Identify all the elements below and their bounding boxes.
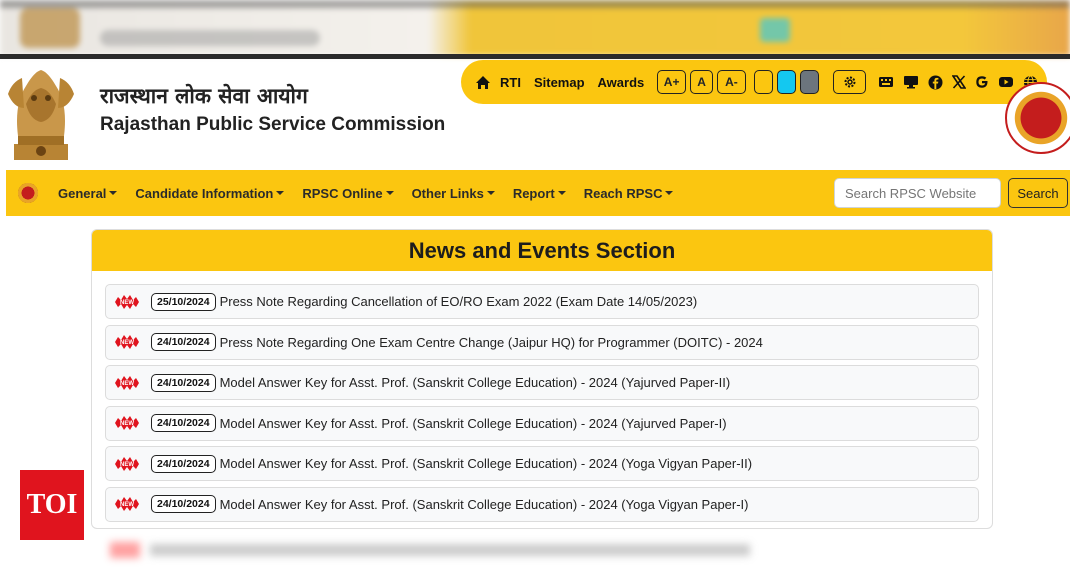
new-badge-text: NEW (120, 462, 134, 468)
search-button[interactable]: Search (1008, 178, 1068, 208)
new-badge-text: NEW (120, 381, 134, 387)
nav-label: Other Links (411, 185, 484, 201)
rpsc-nav-logo-icon[interactable] (18, 183, 38, 203)
nav-label: Reach RPSC (583, 185, 663, 201)
nav-label: RPSC Online (302, 185, 383, 201)
new-badge-icon: NEW (115, 294, 139, 309)
new-badge-text: NEW (120, 421, 134, 427)
news-date: 24/10/2024 (151, 495, 216, 514)
news-item[interactable]: NEW 24/10/2024 Model Answer Key for Asst. … (105, 405, 979, 441)
new-badge-icon: NEW (115, 335, 139, 350)
caret-down-icon (109, 191, 118, 195)
caret-down-icon (557, 191, 566, 195)
desktop-icon[interactable] (903, 75, 919, 89)
keyboard-icon[interactable] (878, 76, 894, 88)
utility-bar: RTI Sitemap Awards A+ A A- (461, 60, 1047, 104)
news-date: 24/10/2024 (151, 414, 216, 433)
nav-label: General (58, 185, 107, 201)
font-normal-button[interactable]: A (690, 70, 714, 94)
site-title-english: Rajasthan Public Service Commission (100, 114, 446, 135)
rti-link[interactable]: RTI (500, 75, 521, 90)
news-date: 24/10/2024 (151, 454, 216, 473)
new-badge-text: NEW (120, 340, 134, 346)
blurred-browser-strip (0, 0, 1070, 56)
nav-report[interactable]: Report (513, 186, 566, 201)
news-title-link[interactable]: Model Answer Key for Asst. Prof. (Sanskr… (220, 456, 753, 471)
news-item[interactable]: NEW 24/10/2024 Model Answer Key for Asst. … (105, 365, 979, 401)
sitemap-link[interactable]: Sitemap (534, 75, 585, 90)
font-increase-button[interactable]: A+ (657, 70, 687, 94)
news-date: 24/10/2024 (151, 373, 216, 392)
theme-cyan-button[interactable] (777, 70, 797, 94)
theme-yellow-button[interactable] (753, 70, 774, 94)
font-decrease-button[interactable]: A- (717, 70, 746, 94)
nav-label: Candidate Information (135, 185, 274, 201)
news-events-panel: News and Events Section NEW 25/10/2024 Pre… (91, 229, 993, 529)
news-title-link[interactable]: Press Note Regarding Cancellation of EO/… (220, 294, 698, 309)
youtube-icon[interactable] (998, 76, 1014, 88)
news-item[interactable]: NEW 25/10/2024 Press Note Regarding Cancel… (105, 284, 979, 319)
site-title-hindi: राजस्थान लोक सेवा आयोग (100, 84, 308, 108)
settings-button[interactable] (833, 70, 867, 94)
news-title-link[interactable]: Model Answer Key for Asst. Prof. (Sanskr… (220, 497, 749, 512)
new-badge-icon: NEW (115, 416, 139, 431)
news-title-link[interactable]: Press Note Regarding One Exam Centre Cha… (220, 335, 763, 350)
new-badge-text: NEW (120, 503, 134, 509)
news-heading: News and Events Section (92, 230, 992, 271)
awards-link[interactable]: Awards (598, 75, 645, 90)
caret-down-icon (486, 191, 495, 195)
new-badge-text: NEW (120, 300, 134, 306)
caret-down-icon (665, 191, 674, 195)
caret-down-icon (276, 191, 285, 195)
toi-watermark-logo: TOI (20, 470, 84, 540)
news-item[interactable]: NEW 24/10/2024 Model Answer Key for Asst. … (105, 486, 979, 522)
rpsc-seal-logo (1005, 82, 1070, 154)
divider (0, 54, 1070, 59)
news-date: 25/10/2024 (151, 292, 216, 311)
nav-general[interactable]: General (58, 185, 118, 201)
nav-other-links[interactable]: Other Links (412, 186, 495, 201)
main-navbar: General Candidate Information RPSC Onlin… (6, 170, 1070, 216)
home-icon[interactable] (475, 75, 491, 90)
news-date: 24/10/2024 (151, 333, 216, 352)
new-badge-icon: NEW (115, 456, 139, 471)
nav-reach-rpsc[interactable]: Reach RPSC (584, 186, 674, 201)
nav-rpsc-online[interactable]: RPSC Online (302, 185, 394, 201)
news-list: NEW 25/10/2024 Press Note Regarding Cancel… (105, 284, 979, 528)
nav-label: Report (512, 185, 555, 201)
gear-icon (844, 76, 856, 88)
news-title-link[interactable]: Model Answer Key for Asst. Prof. (Sanskr… (220, 375, 731, 390)
new-badge-icon: NEW (115, 375, 139, 390)
caret-down-icon (385, 191, 394, 195)
news-title-link[interactable]: Model Answer Key for Asst. Prof. (Sanskr… (220, 416, 727, 431)
news-item[interactable]: NEW 24/10/2024 Model Answer Key for Asst. … (105, 446, 979, 482)
new-badge-icon: NEW (115, 497, 139, 512)
blurred-news-row (100, 532, 1000, 572)
google-icon[interactable] (975, 75, 989, 89)
news-item[interactable]: NEW 24/10/2024 Press Note Regarding One Ex… (105, 324, 979, 360)
facebook-icon[interactable] (928, 75, 943, 90)
theme-gray-button[interactable] (800, 70, 820, 94)
national-emblem-icon (8, 70, 74, 160)
search-input[interactable] (834, 178, 1001, 208)
x-twitter-icon[interactable] (952, 75, 967, 89)
nav-candidate-information[interactable]: Candidate Information (135, 185, 285, 201)
